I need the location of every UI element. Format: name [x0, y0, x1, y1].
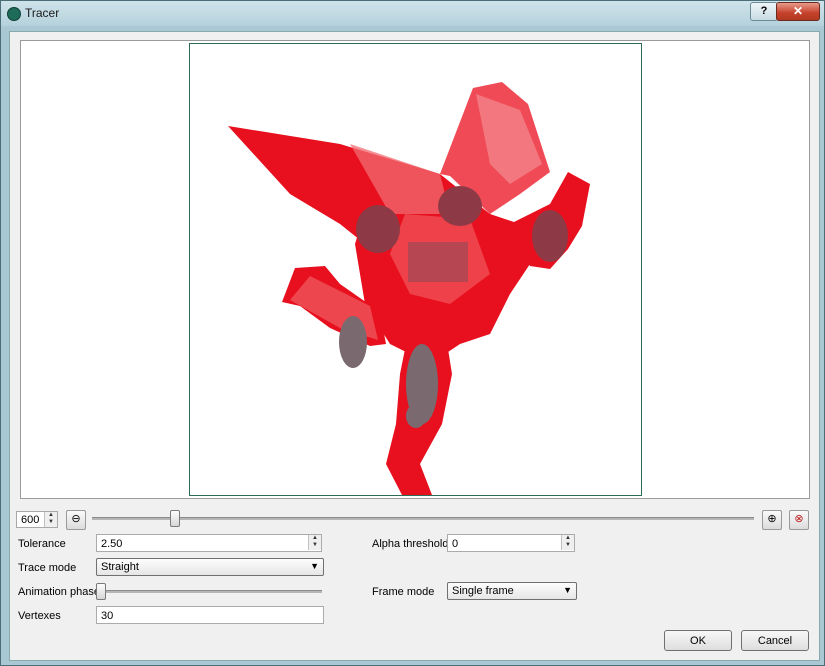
- zoom-in-button[interactable]: ⊕: [762, 510, 782, 530]
- trace-mode-value: Straight: [101, 561, 139, 573]
- tolerance-label: Tolerance: [18, 538, 66, 550]
- vertexes-field[interactable]: 30: [96, 606, 324, 624]
- close-button[interactable]: ✕: [776, 2, 820, 21]
- vertexes-value: 30: [101, 610, 114, 622]
- tolerance-spinbox[interactable]: 2.50 ▲ ▼: [96, 534, 322, 552]
- zoom-reset-icon: ⊗: [794, 513, 804, 525]
- animation-phase-label: Animation phase: [18, 586, 100, 598]
- preview-area: [20, 40, 810, 499]
- help-button[interactable]: ?: [750, 2, 778, 21]
- title-bar[interactable]: Tracer ? ✕: [1, 1, 824, 25]
- tolerance-spin-arrows[interactable]: ▲ ▼: [308, 535, 321, 550]
- zoom-out-button[interactable]: ⊖: [66, 510, 86, 530]
- vertexes-label: Vertexes: [18, 610, 61, 622]
- frame-mode-value: Single frame: [452, 585, 514, 597]
- dialog-client-area: 600 ▲ ▼ ⊖ ⊕ ⊗ Tolerance 2.50 ▲ ▼ Alpha thr…: [9, 31, 820, 661]
- animation-phase-track[interactable]: [96, 590, 322, 593]
- alpha-threshold-value: 0: [452, 538, 459, 550]
- zoom-spinbox[interactable]: 600 ▲ ▼: [16, 511, 58, 528]
- zoom-out-icon: ⊖: [71, 513, 81, 525]
- zoom-reset-button[interactable]: ⊗: [789, 510, 809, 530]
- zoom-value: 600: [21, 514, 40, 526]
- trace-mode-label: Trace mode: [18, 562, 77, 574]
- cancel-button[interactable]: Cancel: [741, 630, 809, 651]
- zoom-slider-thumb[interactable]: [170, 510, 180, 527]
- tolerance-value: 2.50: [101, 538, 123, 550]
- traced-figure: [228, 82, 590, 495]
- help-icon: ?: [760, 5, 768, 17]
- app-icon: [7, 7, 21, 21]
- window-title: Tracer: [25, 6, 60, 20]
- tracer-window: Tracer ? ✕ 600 ▲ ▼ ⊖ ⊕ ⊗ Tolerance 2.50 …: [0, 0, 825, 666]
- trace-mode-combobox[interactable]: Straight ▼: [96, 558, 324, 576]
- chevron-down-icon: ▼: [563, 585, 572, 595]
- alpha-threshold-label: Alpha threshold: [372, 538, 449, 550]
- trace-preview-image: [189, 43, 642, 496]
- animation-phase-thumb[interactable]: [96, 583, 106, 600]
- frame-mode-combobox[interactable]: Single frame ▼: [447, 582, 577, 600]
- chevron-down-icon: ▼: [310, 561, 319, 571]
- alpha-spin-arrows[interactable]: ▲ ▼: [561, 535, 574, 550]
- zoom-spin-arrows[interactable]: ▲ ▼: [44, 512, 57, 527]
- close-icon: ✕: [792, 4, 804, 18]
- alpha-threshold-spinbox[interactable]: 0 ▲ ▼: [447, 534, 575, 552]
- zoom-slider-track[interactable]: [92, 517, 754, 520]
- ok-button[interactable]: OK: [664, 630, 732, 651]
- frame-mode-label: Frame mode: [372, 586, 435, 598]
- zoom-in-icon: ⊕: [767, 513, 777, 525]
